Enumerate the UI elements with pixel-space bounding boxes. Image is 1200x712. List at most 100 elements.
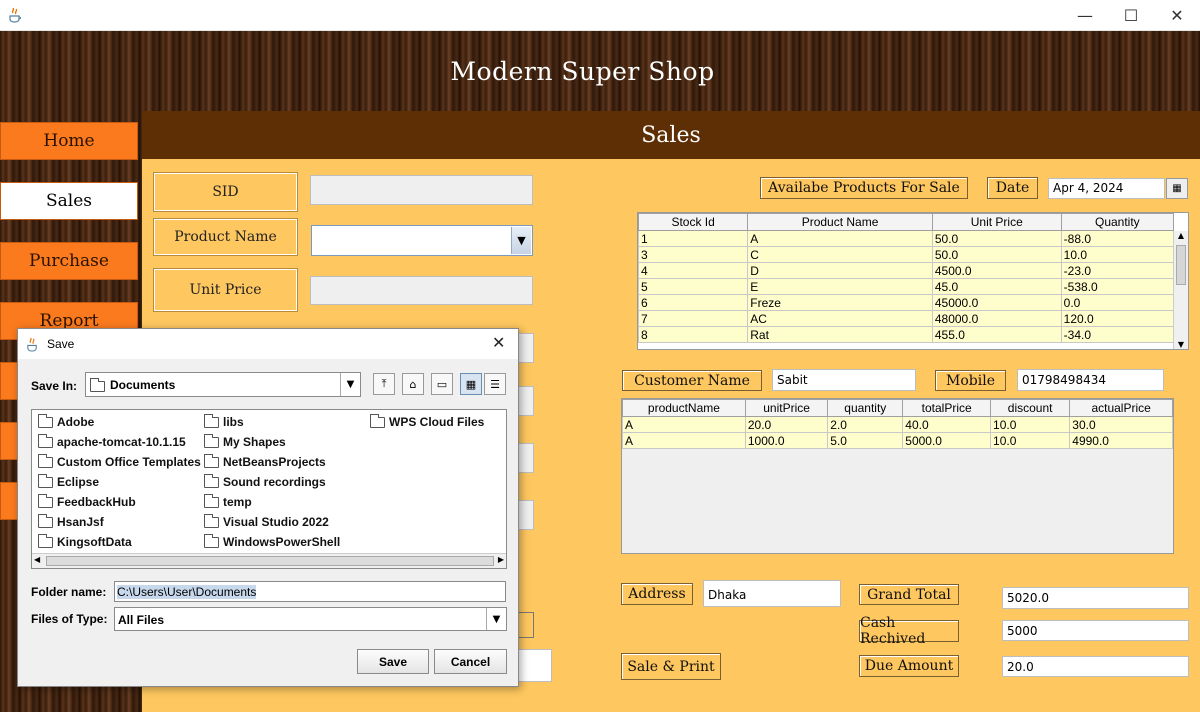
folder-icon (204, 513, 219, 528)
products-scrollbar[interactable]: ▲ ▼ (1173, 231, 1188, 349)
table-row[interactable]: 7 AC 48000.0 120.0 (638, 310, 1175, 327)
folder-item[interactable]: FeedbackHub (38, 493, 136, 511)
maximize-button[interactable]: ☐ (1108, 0, 1154, 31)
folder-item[interactable]: KingsoftData (38, 533, 132, 551)
table-cell: 10.0 (990, 432, 1071, 449)
folder-label: temp (223, 495, 252, 509)
products-col-header[interactable]: Stock Id (638, 213, 749, 231)
scroll-left-icon[interactable]: ◀ (34, 555, 40, 564)
sid-label: SID (153, 172, 298, 212)
table-row[interactable]: A 1000.0 5.0 5000.0 10.0 4990.0 (622, 432, 1173, 449)
details-view-icon[interactable]: ☰ (484, 373, 506, 395)
files-type-select[interactable]: All Files ▼ (114, 607, 507, 631)
cart-col-header[interactable]: unitPrice (744, 399, 829, 417)
folder-item[interactable]: libs (204, 413, 244, 431)
save-button[interactable]: Save (357, 649, 429, 674)
folder-label: Visual Studio 2022 (223, 515, 329, 529)
folder-item[interactable]: Eclipse (38, 473, 99, 491)
unit-price-label: Unit Price (153, 268, 298, 312)
list-view-icon[interactable]: ▦ (460, 373, 482, 395)
dialog-close-icon[interactable]: ✕ (492, 333, 505, 352)
scroll-thumb[interactable] (46, 556, 494, 566)
products-col-header[interactable]: Unit Price (931, 213, 1062, 231)
folder-label: FeedbackHub (57, 495, 136, 509)
folder-item[interactable]: Custom Office Templates (38, 453, 201, 471)
table-row[interactable]: 8 Rat 455.0 -34.0 (638, 326, 1175, 343)
customer-name-label: Customer Name (622, 370, 762, 391)
table-row[interactable]: 6 Freze 45000.0 0.0 (638, 294, 1175, 311)
table-row[interactable]: A 20.0 2.0 40.0 10.0 30.0 (622, 416, 1173, 433)
folder-icon (370, 413, 385, 428)
table-cell: 40.0 (902, 416, 992, 433)
scroll-up-icon[interactable]: ▲ (1174, 231, 1188, 245)
horizontal-scrollbar[interactable]: ◀ ▶ (32, 553, 506, 568)
nav-purchase[interactable]: Purchase (0, 242, 138, 280)
due-amount-field[interactable]: 20.0 (1002, 656, 1189, 677)
customer-name-field[interactable]: Sabit (772, 369, 916, 391)
cart-col-header[interactable]: productName (622, 399, 746, 417)
table-cell: 30.0 (1069, 416, 1173, 433)
table-cell: A (622, 416, 746, 433)
minimize-button[interactable]: — (1062, 0, 1108, 31)
extra-field[interactable] (516, 649, 552, 682)
folder-item[interactable]: NetBeansProjects (204, 453, 326, 471)
table-row[interactable]: 4 D 4500.0 -23.0 (638, 262, 1175, 279)
cash-received-field[interactable]: 5000 (1002, 620, 1189, 641)
table-cell: -34.0 (1060, 326, 1175, 343)
folder-name-input[interactable]: C:\Users\User\Documents (114, 581, 506, 602)
date-field[interactable]: Apr 4, 2024 (1048, 178, 1165, 199)
cart-col-header[interactable]: actualPrice (1069, 399, 1173, 417)
table-cell: 8 (638, 326, 749, 343)
table-row[interactable]: 1 A 50.0 -88.0 (638, 230, 1175, 247)
chevron-down-icon[interactable]: ▼ (486, 608, 506, 630)
folder-item[interactable]: WPS Cloud Files (370, 413, 484, 431)
cancel-button[interactable]: Cancel (434, 649, 507, 674)
table-cell: 50.0 (931, 230, 1062, 247)
product-name-select[interactable]: ▼ (311, 225, 533, 256)
folder-label: KingsoftData (57, 535, 132, 549)
cart-col-header[interactable]: totalPrice (902, 399, 992, 417)
chevron-down-icon[interactable]: ▼ (511, 227, 531, 254)
available-products-button[interactable]: Availabe Products For Sale (760, 177, 968, 199)
folder-item[interactable]: Sound recordings (204, 473, 326, 491)
products-col-header[interactable]: Product Name (747, 213, 933, 231)
cart-col-header[interactable]: discount (990, 399, 1071, 417)
folder-item[interactable]: WindowsPowerShell (204, 533, 340, 551)
home-icon[interactable]: ⌂ (402, 373, 424, 395)
folder-item[interactable]: My Shapes (204, 433, 286, 451)
folder-icon (38, 453, 53, 468)
grand-total-field[interactable]: 5020.0 (1002, 587, 1189, 609)
chevron-down-icon[interactable]: ▼ (340, 373, 360, 396)
cart-col-header[interactable]: quantity (827, 399, 904, 417)
close-window-button[interactable]: ✕ (1154, 0, 1200, 31)
unit-price-field[interactable] (310, 276, 533, 305)
mobile-field[interactable]: 01798498434 (1017, 369, 1164, 391)
products-col-header[interactable]: Quantity (1060, 213, 1175, 231)
table-cell: 4 (638, 262, 749, 279)
scroll-down-icon[interactable]: ▼ (1174, 340, 1188, 349)
scroll-thumb[interactable] (1176, 245, 1186, 285)
save-dialog: Save ✕ Save In: Documents ▼ ⤒ ⌂ ▭ ▦ ☰ Ad… (17, 328, 519, 687)
table-row[interactable]: 3 C 50.0 10.0 (638, 246, 1175, 263)
table-row[interactable]: 5 E 45.0 -538.0 (638, 278, 1175, 295)
nav-sales[interactable]: Sales (0, 182, 138, 220)
folder-icon (204, 473, 219, 488)
sid-field[interactable] (310, 175, 533, 205)
up-folder-icon[interactable]: ⤒ (373, 373, 395, 395)
folder-item[interactable]: temp (204, 493, 252, 511)
table-cell: 45.0 (931, 278, 1062, 295)
folder-item[interactable]: HsanJsf (38, 513, 104, 531)
folder-item[interactable]: Visual Studio 2022 (204, 513, 329, 531)
save-in-select[interactable]: Documents ▼ (85, 372, 361, 397)
table-cell: 45000.0 (931, 294, 1062, 311)
new-folder-icon[interactable]: ▭ (431, 373, 453, 395)
folder-item[interactable]: Adobe (38, 413, 94, 431)
folder-name-value: C:\Users\User\Documents (117, 585, 257, 599)
scroll-right-icon[interactable]: ▶ (498, 555, 504, 564)
nav-home[interactable]: Home (0, 122, 138, 160)
sale-print-button[interactable]: Sale & Print (621, 653, 721, 680)
table-cell: 1 (638, 230, 749, 247)
folder-item[interactable]: apache-tomcat-10.1.15 (38, 433, 186, 451)
address-field[interactable]: Dhaka (703, 580, 841, 607)
calendar-icon[interactable]: ▦ (1166, 178, 1188, 199)
